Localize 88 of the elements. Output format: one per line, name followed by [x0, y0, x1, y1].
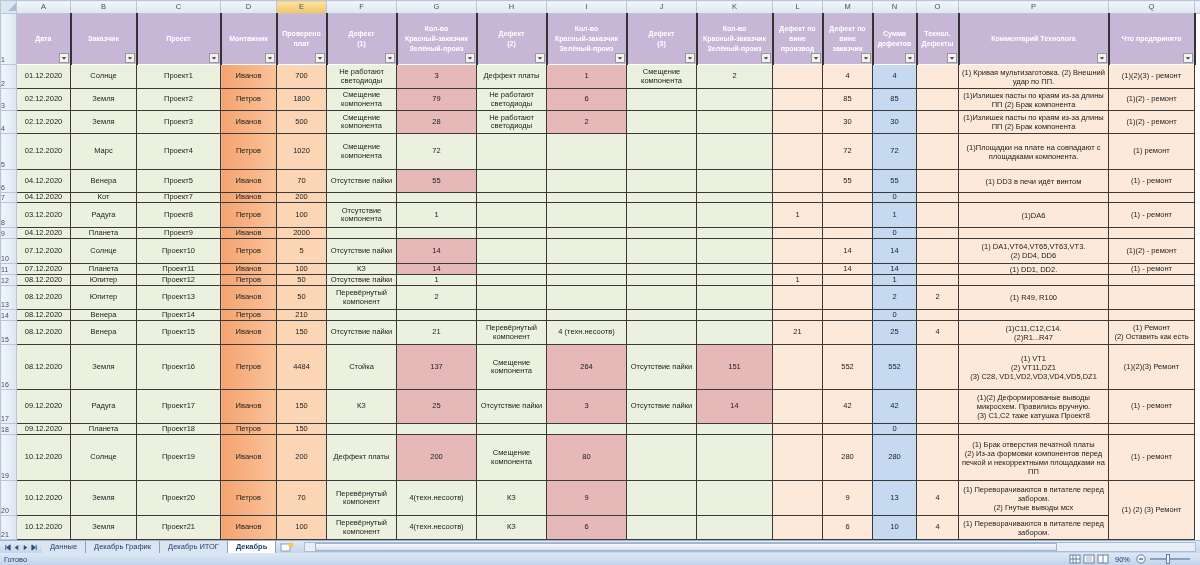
caret-icon: [686, 55, 693, 61]
table-cell: [326, 309, 397, 321]
table-cell: [822, 227, 873, 239]
caret-icon: [1098, 55, 1105, 61]
table-cell: [916, 274, 959, 286]
table-cell: [476, 274, 547, 286]
sheet-nav-icon[interactable]: [4, 543, 11, 551]
filter-dropdown-button[interactable]: [860, 53, 871, 63]
table-cell: [626, 423, 697, 435]
table-cell: [822, 274, 873, 286]
filter-dropdown-button[interactable]: [810, 53, 821, 63]
table-cell: [772, 133, 823, 170]
filter-dropdown-button[interactable]: [946, 53, 957, 63]
table-cell: [772, 309, 823, 321]
normal-view-icon[interactable]: [1069, 554, 1081, 564]
filter-dropdown-button[interactable]: [58, 53, 69, 63]
table-cell: [916, 263, 959, 275]
table-cell: [916, 192, 959, 203]
filter-dropdown-button[interactable]: [208, 53, 219, 63]
caret-icon: [466, 55, 473, 61]
table-cell: [916, 309, 959, 321]
table-cell: [326, 192, 397, 203]
zoom-slider-thumb[interactable]: [1166, 554, 1170, 564]
filter-dropdown-button[interactable]: [314, 53, 325, 63]
table-cell: [476, 423, 547, 435]
filter-dropdown-button[interactable]: [264, 53, 275, 63]
table-cell: [916, 133, 959, 170]
table-cell: [626, 192, 697, 203]
filter-dropdown-button[interactable]: [1096, 53, 1107, 63]
filter-dropdown-button[interactable]: [760, 53, 771, 63]
caret-icon: [616, 55, 623, 61]
caret-icon: [126, 55, 133, 61]
table-cell: [822, 423, 873, 435]
table-cell: [326, 423, 397, 435]
caret-icon: [762, 55, 769, 61]
table-cell: [772, 344, 823, 390]
caret-icon: [60, 55, 67, 61]
caret-icon: [210, 55, 217, 61]
caret-icon: [386, 55, 393, 61]
caret-icon: [1184, 55, 1191, 61]
table-cell: [476, 227, 547, 239]
table-cell: [916, 389, 959, 424]
page-break-view-icon[interactable]: [1097, 554, 1109, 564]
caret-icon: [812, 55, 819, 61]
table-cell: [772, 192, 823, 203]
table-cell: [772, 434, 823, 481]
table-cell: [626, 480, 697, 516]
table-cell: [916, 227, 959, 239]
table-cell: [626, 434, 697, 481]
table-cell: [822, 192, 873, 203]
filter-dropdown-button[interactable]: [904, 53, 915, 63]
table-cell: [916, 434, 959, 481]
caret-icon: [948, 55, 955, 61]
table-cell: [626, 227, 697, 239]
page-layout-view-icon[interactable]: [1083, 554, 1095, 564]
caret-icon: [266, 55, 273, 61]
sheet-nav-icon[interactable]: [31, 543, 38, 551]
table-cell: [626, 309, 697, 321]
table-cell: [772, 423, 823, 435]
table-cell: [822, 309, 873, 321]
table-cell: [476, 133, 547, 170]
table-cell: [476, 263, 547, 275]
table-cell: [326, 227, 397, 239]
table-cell: [772, 263, 823, 275]
filter-dropdown-button[interactable]: [1182, 53, 1193, 63]
caret-icon: [316, 55, 323, 61]
filter-dropdown-button[interactable]: [684, 53, 695, 63]
table-cell: [916, 423, 959, 435]
caret-icon: [536, 55, 543, 61]
table-cell: [626, 263, 697, 275]
table-cell: [626, 274, 697, 286]
table-cell: [916, 344, 959, 390]
zoom-out-icon[interactable]: [1136, 554, 1146, 564]
filter-dropdown-button[interactable]: [464, 53, 475, 63]
table-cell: [476, 309, 547, 321]
filter-dropdown-button[interactable]: [124, 53, 135, 63]
table-cell: [772, 480, 823, 516]
corner-triangle-icon: [8, 3, 16, 11]
filter-dropdown-button[interactable]: [614, 53, 625, 63]
caret-icon: [862, 55, 869, 61]
horizontal-scrollbar[interactable]: [304, 542, 1196, 552]
filter-dropdown-button[interactable]: [534, 53, 545, 63]
caret-icon: [906, 55, 913, 61]
table-cell: [772, 227, 823, 239]
table-cell: [772, 389, 823, 424]
filter-dropdown-button[interactable]: [384, 53, 395, 63]
table-cell: [626, 133, 697, 170]
table-cell: [476, 192, 547, 203]
